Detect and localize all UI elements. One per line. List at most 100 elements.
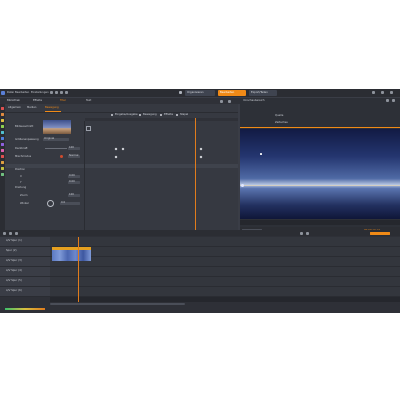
opacity-slider[interactable] xyxy=(45,148,67,149)
play-icon[interactable] xyxy=(60,91,63,94)
preview-close-icon[interactable] xyxy=(392,99,395,102)
keyframe-marker[interactable] xyxy=(114,147,118,150)
keyframe-ruler[interactable] xyxy=(85,118,238,121)
timeline: A/V Spur (1) Spur (2) A/V Spur (3) A/V S… xyxy=(0,230,400,313)
redo-icon[interactable] xyxy=(55,91,58,94)
preview-tab-timeline[interactable]: Zeitachse xyxy=(275,121,288,125)
minimize-icon[interactable] xyxy=(372,91,375,94)
keyframe-marker[interactable] xyxy=(199,155,203,158)
home-icon[interactable] xyxy=(179,91,182,94)
tool-6-icon[interactable] xyxy=(1,137,4,140)
maximize-icon[interactable] xyxy=(381,91,384,94)
keyframe-playhead[interactable] xyxy=(195,118,196,244)
nav-edit[interactable]: Bearbeiten xyxy=(218,90,246,96)
track-lane[interactable] xyxy=(50,277,400,287)
preview-tab-source[interactable]: Quelle xyxy=(275,114,283,118)
preview-settings-icon[interactable] xyxy=(386,99,389,102)
prop-field-opacity[interactable]: 100 xyxy=(68,147,80,150)
track-header[interactable]: Spur (2) xyxy=(0,247,50,257)
prop-field-y[interactable]: 0.00 xyxy=(68,181,80,184)
prop-field-zoom[interactable]: 100 xyxy=(68,194,80,197)
razor-icon[interactable] xyxy=(9,231,12,235)
tool-11-icon[interactable] xyxy=(1,167,4,170)
prop-field-blend[interactable]: Normal xyxy=(68,155,80,158)
nav-export[interactable]: Export/Teilen xyxy=(249,90,277,96)
filter-effects[interactable]: Effekte xyxy=(164,113,173,117)
menu-edit[interactable]: Bearbeiten xyxy=(15,91,29,95)
subtab-motion[interactable]: Bewegung xyxy=(45,106,59,110)
prop-label-opacity: Deckkraft xyxy=(15,146,28,150)
timeline-view-toggle[interactable] xyxy=(370,231,390,235)
tool-1-icon[interactable] xyxy=(1,107,4,110)
prop-label-angle: Winkel xyxy=(20,201,29,205)
subtab-media[interactable]: Medien xyxy=(27,106,36,110)
tool-12-icon[interactable] xyxy=(1,173,4,176)
track-lane[interactable] xyxy=(50,247,400,257)
rotation-dial-icon[interactable] xyxy=(47,200,54,207)
tab-text[interactable]: Text xyxy=(86,99,91,103)
top-bar: Datei Bearbeiten Einstellungen Organisie… xyxy=(0,89,400,97)
video-clip[interactable] xyxy=(52,250,91,261)
radio-stack-icon[interactable] xyxy=(176,114,178,116)
expand-icon[interactable] xyxy=(220,99,223,103)
tool-4-icon[interactable] xyxy=(1,125,4,128)
snap-icon[interactable] xyxy=(3,231,6,235)
settings-icon[interactable] xyxy=(65,91,68,94)
tool-7-icon[interactable] xyxy=(1,143,4,146)
prop-field-angle[interactable]: 0.0 xyxy=(60,202,80,205)
keyframe-marker[interactable] xyxy=(121,147,125,150)
track-lane[interactable] xyxy=(50,287,400,297)
prop-field-resize[interactable]: Original xyxy=(43,138,69,141)
track-header[interactable]: A/V Spur (3) xyxy=(0,257,50,267)
timeline-scrollbar[interactable] xyxy=(50,303,185,305)
zoom-out-icon[interactable] xyxy=(300,231,303,235)
menu-file[interactable]: Datei xyxy=(7,91,14,95)
track-header[interactable]: A/V Spur (1) xyxy=(0,237,50,247)
crop-label: Bildausschnitt xyxy=(15,125,34,128)
radio-effects-icon[interactable] xyxy=(160,114,162,116)
track-name: A/V Spur (3) xyxy=(6,259,22,262)
tool-2-icon[interactable] xyxy=(1,113,4,116)
tool-9-icon[interactable] xyxy=(1,155,4,158)
radio-motion-icon[interactable] xyxy=(139,114,141,116)
section-position-title: Position xyxy=(15,167,26,171)
nav-organize[interactable]: Organisieren xyxy=(185,90,215,96)
keyframe-marker[interactable] xyxy=(199,147,203,150)
track-lane[interactable] xyxy=(50,267,400,277)
prop-field-x[interactable]: 0.00 xyxy=(68,175,80,178)
nav-export-label: Export/Teilen xyxy=(251,90,268,94)
section-header[interactable] xyxy=(5,164,238,168)
tool-5-icon[interactable] xyxy=(1,131,4,134)
filter-motion[interactable]: Bewegung xyxy=(143,113,157,117)
subtab-general[interactable]: Allgemein xyxy=(8,106,21,110)
track-lane[interactable] xyxy=(50,237,400,247)
filter-in-out[interactable]: Eingabe/Ausgabe xyxy=(115,113,138,117)
tool-8-icon[interactable] xyxy=(1,149,4,152)
undo-icon[interactable] xyxy=(50,91,53,94)
tab-effects[interactable]: Effekte xyxy=(33,99,42,103)
close-icon[interactable] xyxy=(390,91,393,94)
tab-library[interactable]: Bibliothek xyxy=(7,99,20,103)
track-header[interactable]: A/V Spur (5) xyxy=(0,277,50,287)
keyframe-marker[interactable] xyxy=(114,155,118,158)
radio-in-out-icon[interactable] xyxy=(111,114,113,116)
tab-titles[interactable]: Titel xyxy=(60,99,66,103)
track-name: A/V Spur (1) xyxy=(6,239,22,242)
track-header[interactable]: A/V Spur (6) xyxy=(0,287,50,297)
filter-stack[interactable]: Stapel xyxy=(180,113,188,117)
zoom-in-icon[interactable] xyxy=(306,231,309,235)
track-lane[interactable] xyxy=(50,257,400,267)
timeline-ruler[interactable] xyxy=(50,297,400,302)
preview-ruler[interactable] xyxy=(240,220,400,225)
tool-3-icon[interactable] xyxy=(1,119,4,122)
menu-settings[interactable]: Einstellungen xyxy=(31,91,49,95)
trash-icon[interactable] xyxy=(15,231,18,235)
timeline-playhead[interactable] xyxy=(78,237,79,302)
prop-label-blend: Mischmodus xyxy=(15,154,32,158)
track-header[interactable]: A/V Spur (4) xyxy=(0,267,50,277)
blend-indicator-icon[interactable] xyxy=(60,155,63,158)
crop-checkbox[interactable] xyxy=(86,126,91,131)
pin-icon[interactable] xyxy=(228,99,231,103)
preview-video-frame[interactable] xyxy=(240,129,400,219)
tool-10-icon[interactable] xyxy=(1,161,4,164)
